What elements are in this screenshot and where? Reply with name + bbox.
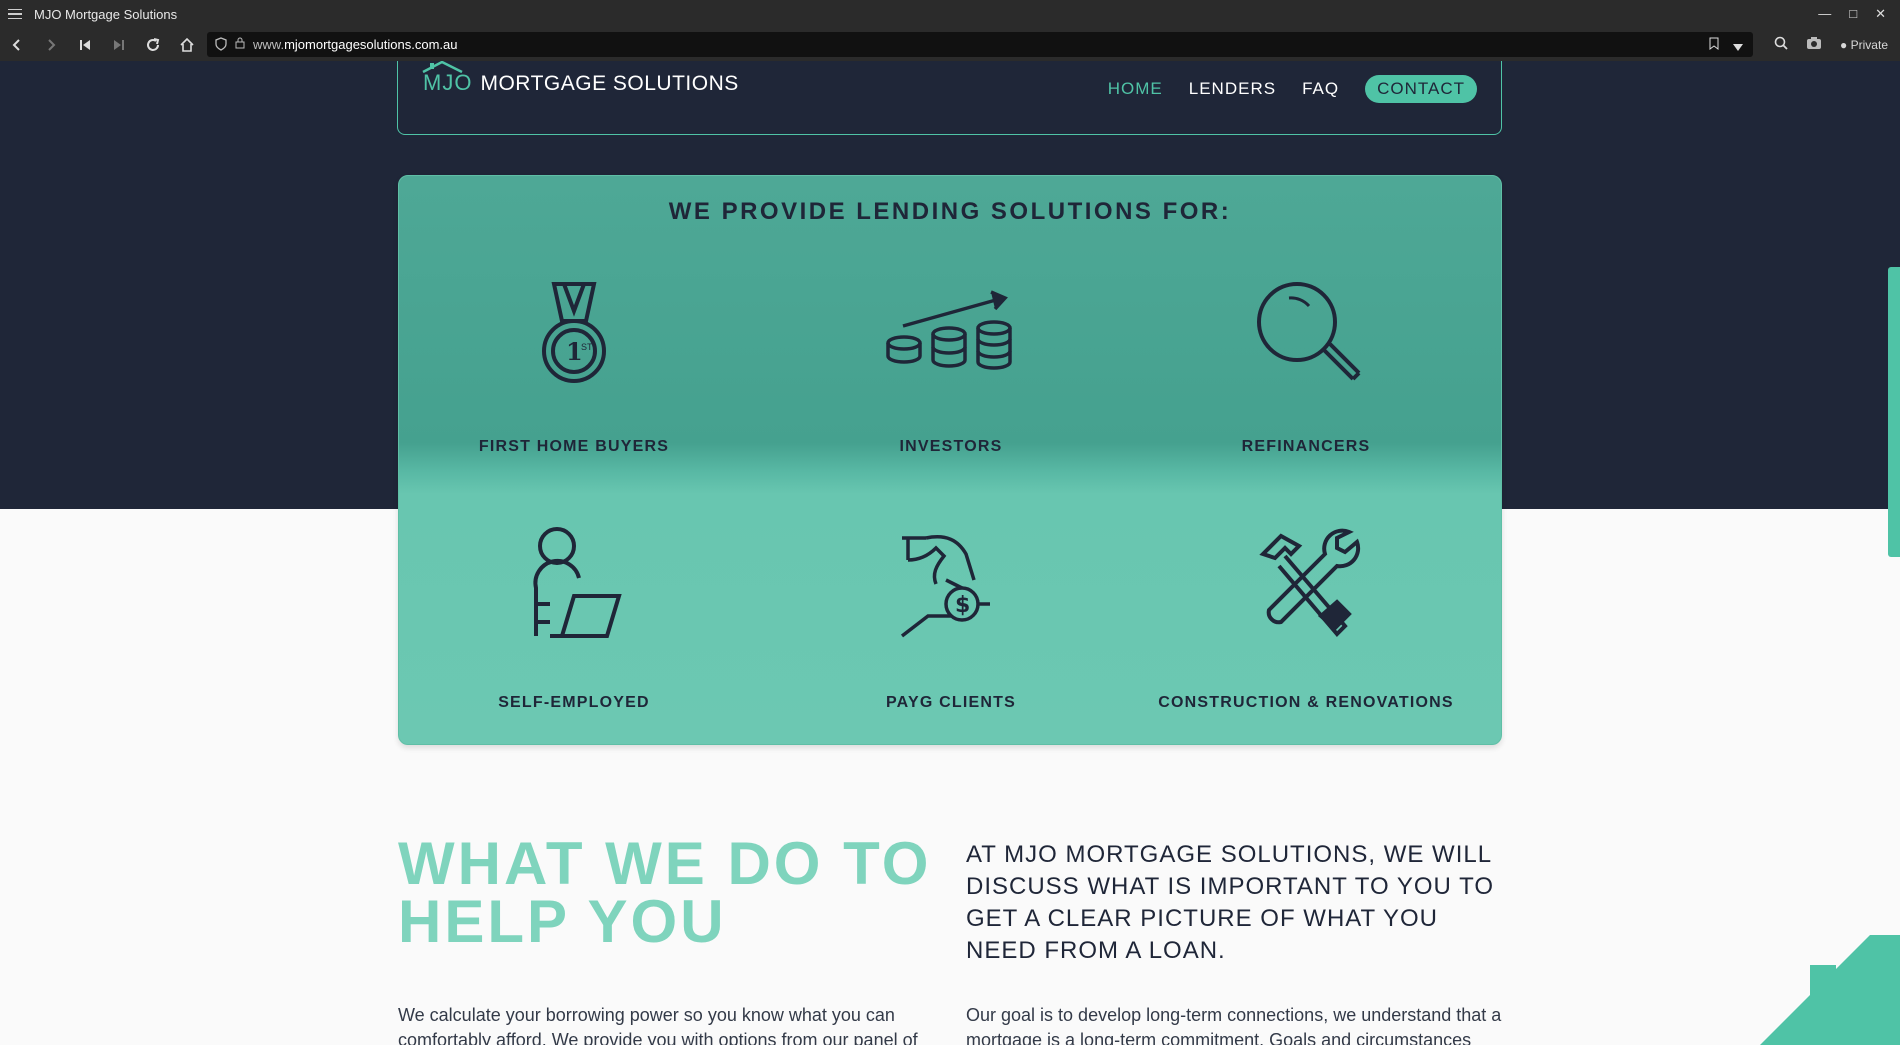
- coins-growth-icon: [786, 276, 1116, 396]
- forward-icon[interactable]: [34, 28, 68, 61]
- address-bar[interactable]: www. mjomortgagesolutions.com.au: [207, 32, 1753, 57]
- shield-icon: [215, 37, 227, 54]
- section-title-line1: WHAT WE DO TO: [398, 830, 932, 897]
- solution-construction-renovations[interactable]: CONSTRUCTION & RENOVATIONS: [1141, 526, 1471, 712]
- private-label: Private: [1850, 37, 1888, 52]
- private-indicator: ● Private: [1840, 38, 1888, 52]
- solution-label: SELF-EMPLOYED: [498, 694, 650, 711]
- solution-label: INVESTORS: [899, 438, 1003, 455]
- hand-coin-icon: $: [786, 526, 1116, 646]
- page-scrollbar[interactable]: [1888, 267, 1900, 557]
- intro-quote: AT MJO MORTGAGE SOLUTIONS, WE WILL DISCU…: [966, 841, 1494, 964]
- skip-back-icon[interactable]: [68, 28, 102, 61]
- camera-icon[interactable]: [1806, 36, 1822, 53]
- url-prefix: www.: [253, 37, 285, 52]
- home-icon[interactable]: [170, 28, 204, 61]
- menu-icon[interactable]: [8, 8, 22, 20]
- section-title: WHAT WE DO TO HELP YOU: [398, 830, 938, 955]
- maximize-icon[interactable]: □: [1849, 6, 1857, 22]
- browser-titlebar: MJO Mortgage Solutions — □ ✕: [0, 0, 1900, 28]
- tools-icon: [1141, 526, 1471, 646]
- svg-text:ST: ST: [581, 342, 593, 352]
- search-icon[interactable]: [1774, 36, 1788, 53]
- bookmark-icon[interactable]: [1709, 37, 1719, 53]
- nav-lenders[interactable]: LENDERS: [1189, 79, 1276, 99]
- svg-text:$: $: [955, 593, 970, 618]
- back-icon[interactable]: [0, 28, 34, 61]
- browser-toolbar: www. mjomortgagesolutions.com.au ● Privat…: [0, 28, 1900, 61]
- solution-label: REFINANCERS: [1241, 438, 1371, 455]
- skip-forward-icon[interactable]: [102, 28, 136, 61]
- main-menu: HOME LENDERS FAQ CONTACT: [1108, 75, 1477, 103]
- intro-quote-block: AT MJO MORTGAGE SOLUTIONS, WE WILL DISCU…: [966, 839, 1506, 967]
- lending-heading: WE PROVIDE LENDING SOLUTIONS FOR:: [668, 198, 1232, 225]
- solution-investors[interactable]: INVESTORS: [786, 276, 1116, 456]
- person-laptop-icon: [409, 526, 739, 646]
- solution-label: PAYG CLIENTS: [886, 694, 1016, 711]
- url-host: mjomortgagesolutions.com.au: [284, 37, 458, 52]
- reload-icon[interactable]: [136, 28, 170, 61]
- goal-paragraph: Our goal is to develop long-term connect…: [966, 1005, 1502, 1045]
- solution-first-home-buyers[interactable]: 1 ST FIRST HOME BUYERS: [409, 276, 739, 456]
- logo-text: MORTGAGE SOLUTIONS: [480, 72, 739, 95]
- private-icon: ●: [1840, 37, 1848, 52]
- section-title-line2: HELP YOU: [398, 888, 727, 955]
- site-navbar: MJO MORTGAGE SOLUTIONS HOME LENDERS FAQ …: [397, 61, 1502, 135]
- solution-self-employed[interactable]: SELF-EMPLOYED: [409, 526, 739, 712]
- close-icon[interactable]: ✕: [1875, 6, 1886, 22]
- magnifier-icon: [1141, 276, 1471, 396]
- webpage: MJO MORTGAGE SOLUTIONS HOME LENDERS FAQ …: [0, 61, 1900, 1045]
- solution-label: CONSTRUCTION & RENOVATIONS: [1158, 694, 1454, 711]
- solution-refinancers[interactable]: REFINANCERS: [1141, 276, 1471, 456]
- medal-icon: 1 ST: [409, 276, 739, 396]
- roof-icon: [422, 61, 463, 74]
- borrowing-power-paragraph: We calculate your borrowing power so you…: [398, 1005, 918, 1045]
- site-logo[interactable]: MJO MORTGAGE SOLUTIONS: [422, 61, 739, 96]
- nav-contact-button[interactable]: CONTACT: [1365, 75, 1477, 103]
- nav-faq[interactable]: FAQ: [1302, 79, 1339, 99]
- lending-solutions-card: WE PROVIDE LENDING SOLUTIONS FOR: 1 ST F…: [398, 175, 1502, 745]
- minimize-icon[interactable]: —: [1818, 6, 1831, 22]
- lock-icon: [235, 37, 245, 52]
- house-decoration-icon: [1760, 935, 1900, 1045]
- solution-label: FIRST HOME BUYERS: [478, 438, 670, 455]
- solution-payg-clients[interactable]: $ PAYG CLIENTS: [786, 526, 1116, 712]
- what-we-do-section: WHAT WE DO TO HELP YOU: [398, 830, 938, 955]
- window-title: MJO Mortgage Solutions: [34, 6, 178, 22]
- dropdown-icon[interactable]: [1733, 40, 1743, 55]
- nav-home[interactable]: HOME: [1108, 79, 1163, 99]
